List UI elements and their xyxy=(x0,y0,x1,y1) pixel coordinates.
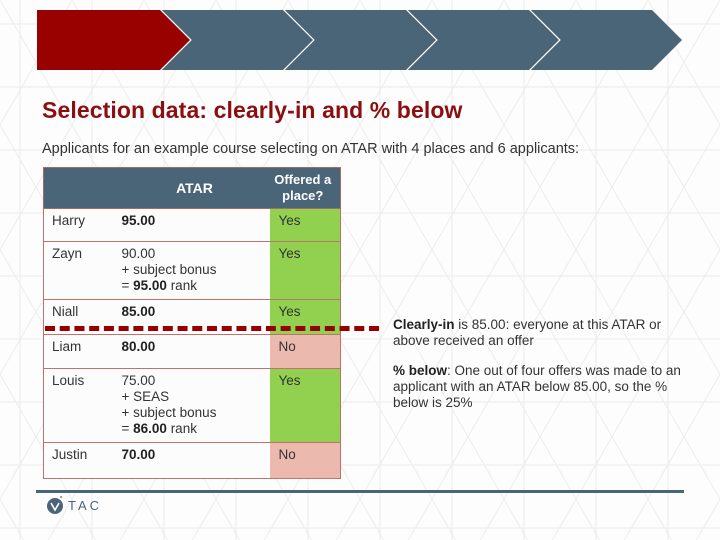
footer-divider xyxy=(36,490,684,493)
atar-suffix: rank xyxy=(166,421,197,436)
atar-calc-line: + SEAS xyxy=(121,389,170,404)
atar-rank-value: 95.00 xyxy=(133,278,167,293)
table-row: Harry 95.00 Yes xyxy=(43,208,341,242)
applicant-name: Zayn xyxy=(43,241,120,300)
offer-status: No xyxy=(269,442,341,479)
applicant-name: Louis xyxy=(43,368,120,443)
percent-below-note: % below: One out of four offers was made… xyxy=(393,363,693,411)
atar-rank-line: = 86.00 rank xyxy=(122,421,270,437)
atar-rank-line: 85.00 xyxy=(122,304,270,320)
header-atar: ATAR xyxy=(119,167,270,209)
atar-rank-line: = 95.00 rank xyxy=(122,278,270,294)
atar-calc-line: 75.00 xyxy=(121,373,156,388)
process-steps xyxy=(37,9,682,71)
atar-rank-line: 70.00 xyxy=(122,447,270,463)
atar-suffix: rank xyxy=(166,278,197,293)
page-subtitle: Applicants for an example course selecti… xyxy=(42,141,580,157)
atar-rank-line: 95.00 xyxy=(122,213,270,229)
applicant-atar: 80.00 xyxy=(119,334,270,369)
page-title: Selection data: clearly-in and % below xyxy=(42,97,463,123)
atar-rank-value: 80.00 xyxy=(121,339,156,354)
clearly-in-note: Clearly-in is 85.00: everyone at this AT… xyxy=(393,317,693,349)
atar-calc-line: + subject bonus xyxy=(121,262,217,277)
clearly-in-cutoff-line xyxy=(45,326,379,331)
atar-calc-line: + subject bonus xyxy=(121,405,217,420)
applicant-name: Liam xyxy=(43,334,120,369)
offer-status: No xyxy=(269,334,341,369)
applicant-atar: 70.00 xyxy=(119,442,270,479)
atar-rank-value: 95.00 xyxy=(121,213,156,228)
applicant-name: Harry xyxy=(43,208,120,242)
process-step-find-courses-shape[interactable] xyxy=(37,10,190,70)
applicant-atar: 95.00 xyxy=(119,208,270,242)
header-name xyxy=(43,167,120,209)
vtac-logo: TAC xyxy=(46,495,102,515)
applicant-atar: 75.00 + SEAS + subject bonus = 86.00 rank xyxy=(119,368,270,443)
atar-calc-line: 90.00 xyxy=(121,246,156,261)
table-row: Liam 80.00 No xyxy=(43,334,341,369)
atar-rank-value: 85.00 xyxy=(121,304,156,319)
offer-status: Yes xyxy=(269,208,341,242)
atar-prefix: = xyxy=(121,278,134,293)
table-row: Justin 70.00 No xyxy=(43,442,341,479)
atar-prefix: = xyxy=(121,421,134,436)
applicants-table: ATAR Offered a place? Harry 95.00 Yes Zayn 9… xyxy=(43,167,341,479)
percent-below-term: % below xyxy=(393,363,448,378)
atar-rank-line: 80.00 xyxy=(122,339,270,355)
clearly-in-term: Clearly-in xyxy=(393,317,455,332)
atar-rank-value: 70.00 xyxy=(121,447,156,462)
applicant-name: Justin xyxy=(43,442,120,479)
header-offered: Offered a place? xyxy=(269,167,341,209)
logo-text: TAC xyxy=(68,497,103,513)
table-row: Zayn 90.00 + subject bonus = 95.00 rank Yes xyxy=(43,241,341,300)
table-header-row: ATAR Offered a place? xyxy=(43,167,341,209)
offer-status: Yes xyxy=(269,241,341,300)
vtac-logo-icon xyxy=(47,496,63,514)
offer-status: Yes xyxy=(269,368,341,443)
applicant-atar: 90.00 + subject bonus = 95.00 rank xyxy=(119,241,270,300)
table-row: Louis 75.00 + SEAS + subject bonus = 86.00 r… xyxy=(43,368,341,443)
atar-rank-value: 86.00 xyxy=(133,421,167,436)
